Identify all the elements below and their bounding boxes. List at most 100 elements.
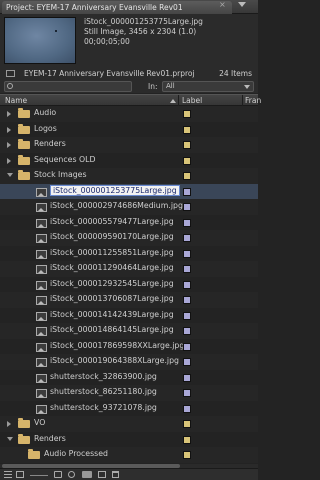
label-color-swatch[interactable]	[183, 265, 191, 273]
clip-row[interactable]: iStock_000017869598XXLarge.jpg	[0, 339, 258, 355]
label-color-swatch[interactable]	[183, 296, 191, 304]
zoom-slider[interactable]	[30, 475, 48, 476]
bin-row[interactable]: Sequences OLD	[0, 153, 258, 169]
bin-row[interactable]: Stock Images	[0, 168, 258, 184]
preview-thumbnail[interactable]	[4, 17, 76, 64]
project-panel-tab[interactable]: Project: EYEM-17 Anniversary Evansville …	[2, 1, 232, 14]
clip-row[interactable]: iStock_000001253775Large.jpg	[0, 183, 258, 199]
clip-row[interactable]: iStock_000002974686Medium.jpg	[0, 199, 258, 215]
clip-row[interactable]: iStock_000014142439Large.jpg	[0, 308, 258, 324]
still-image-icon	[36, 234, 47, 243]
bin-row[interactable]: VO	[0, 416, 258, 432]
clip-row[interactable]: iStock_000009590170Large.jpg	[0, 230, 258, 246]
label-color-swatch[interactable]	[183, 280, 191, 289]
list-view-icon[interactable]	[4, 471, 12, 478]
label-color-swatch[interactable]	[183, 156, 191, 165]
label-color-swatch[interactable]	[183, 110, 191, 118]
bin-row[interactable]: Audio	[0, 106, 258, 122]
item-name: shutterstock_93721078.jpg	[50, 402, 157, 412]
clip-row[interactable]: iStock_000005579477Large.jpg	[0, 215, 258, 231]
folder-icon	[18, 108, 30, 118]
search-row: In: All	[0, 80, 258, 93]
panel-title-bar: Project: EYEM-17 Anniversary Evansville …	[0, 0, 258, 14]
disclosure-collapsed-icon[interactable]	[7, 126, 11, 133]
label-color-swatch[interactable]	[183, 373, 191, 382]
clip-row[interactable]: iStock_000013706087Large.jpg	[0, 292, 258, 308]
automate-to-sequence-icon[interactable]	[54, 471, 62, 478]
clip-row[interactable]: shutterstock_93721078.jpg	[0, 401, 258, 417]
search-input[interactable]	[4, 81, 132, 92]
preview-info: iStock_000001253775Large.jpg Still Image…	[84, 17, 203, 47]
icon-view-icon[interactable]	[16, 471, 24, 478]
folder-icon	[28, 449, 40, 459]
still-image-icon	[36, 296, 47, 305]
label-color-swatch[interactable]	[183, 404, 191, 413]
label-color-swatch[interactable]	[183, 141, 191, 149]
folder-icon	[18, 170, 30, 180]
item-name: Audio	[34, 108, 57, 117]
column-divider[interactable]	[242, 95, 243, 106]
item-name: iStock_000009590170Large.jpg	[50, 232, 174, 241]
preview-type: Still Image, 3456 x 2304 (1.0)	[84, 27, 197, 36]
label-color-swatch[interactable]	[183, 249, 191, 258]
project-item-list[interactable]: Audio Logos Renders Sequences OLD Stock Imag…	[0, 106, 258, 464]
clip-row[interactable]: iStock_000011255851Large.jpg	[0, 246, 258, 262]
column-frame-rate[interactable]: Fran	[245, 96, 261, 105]
label-color-swatch[interactable]	[183, 451, 191, 459]
clip-row[interactable]: shutterstock_86251180.jpg	[0, 385, 258, 401]
label-color-swatch[interactable]	[183, 187, 191, 196]
disclosure-collapsed-icon[interactable]	[7, 157, 11, 164]
folder-icon	[18, 123, 30, 134]
label-color-swatch[interactable]	[183, 389, 191, 397]
label-color-swatch[interactable]	[183, 435, 191, 444]
clear-icon[interactable]	[112, 471, 119, 478]
item-name: iStock_000014864145Large.jpg	[50, 325, 174, 334]
column-label[interactable]: Label	[182, 96, 202, 105]
clip-row[interactable]: iStock_000019064388XLarge.jpg	[0, 354, 258, 370]
preview-duration: 00;00;05;00	[84, 37, 130, 46]
item-name-edit-field[interactable]: iStock_000001253775Large.jpg	[50, 184, 180, 196]
bin-row[interactable]: Logos	[0, 122, 258, 138]
label-color-swatch[interactable]	[183, 311, 191, 320]
column-divider[interactable]	[178, 95, 179, 106]
label-color-swatch[interactable]	[183, 420, 191, 428]
find-icon[interactable]	[68, 471, 75, 478]
bin-row[interactable]: Renders	[0, 432, 258, 448]
still-image-icon	[36, 203, 47, 212]
item-name: iStock_000002974686Medium.jpg	[50, 201, 183, 210]
chevron-down-icon	[244, 85, 250, 89]
panel-menu-icon[interactable]	[238, 2, 246, 7]
new-item-icon[interactable]	[98, 471, 106, 478]
clip-row[interactable]: iStock_000012932545Large.jpg	[0, 277, 258, 293]
clip-row[interactable]: iStock_000011290464Large.jpg	[0, 261, 258, 277]
column-name[interactable]: Name	[5, 96, 27, 105]
label-color-swatch[interactable]	[183, 234, 191, 242]
item-name: Logos	[34, 123, 57, 133]
item-name: Audio Processed	[44, 449, 108, 458]
label-color-swatch[interactable]	[183, 327, 191, 335]
clip-row[interactable]: iStock_000014864145Large.jpg	[0, 323, 258, 339]
bin-row[interactable]: Audio Processed	[0, 447, 258, 463]
label-color-swatch[interactable]	[183, 218, 191, 227]
still-image-icon	[36, 373, 47, 383]
disclosure-collapsed-icon[interactable]	[7, 142, 11, 148]
label-color-swatch[interactable]	[183, 125, 191, 134]
disclosure-expanded-icon[interactable]	[7, 436, 13, 441]
disclosure-collapsed-icon[interactable]	[7, 111, 11, 117]
still-image-icon	[36, 187, 47, 197]
label-color-swatch[interactable]	[183, 203, 191, 211]
label-color-swatch[interactable]	[183, 172, 191, 180]
disclosure-collapsed-icon[interactable]	[7, 421, 11, 427]
clip-row[interactable]: shutterstock_32863900.jpg	[0, 370, 258, 386]
close-tab-icon[interactable]: ×	[219, 0, 226, 9]
folder-icon	[18, 139, 30, 149]
sort-ascending-icon[interactable]	[170, 99, 176, 103]
label-color-swatch[interactable]	[183, 358, 191, 366]
label-color-swatch[interactable]	[183, 342, 191, 351]
new-bin-icon[interactable]	[82, 471, 92, 478]
search-icon	[7, 83, 13, 89]
folder-icon	[18, 433, 30, 444]
bin-row[interactable]: Renders	[0, 137, 258, 153]
in-filter-select[interactable]: All	[162, 81, 254, 92]
disclosure-expanded-icon[interactable]	[7, 173, 13, 177]
